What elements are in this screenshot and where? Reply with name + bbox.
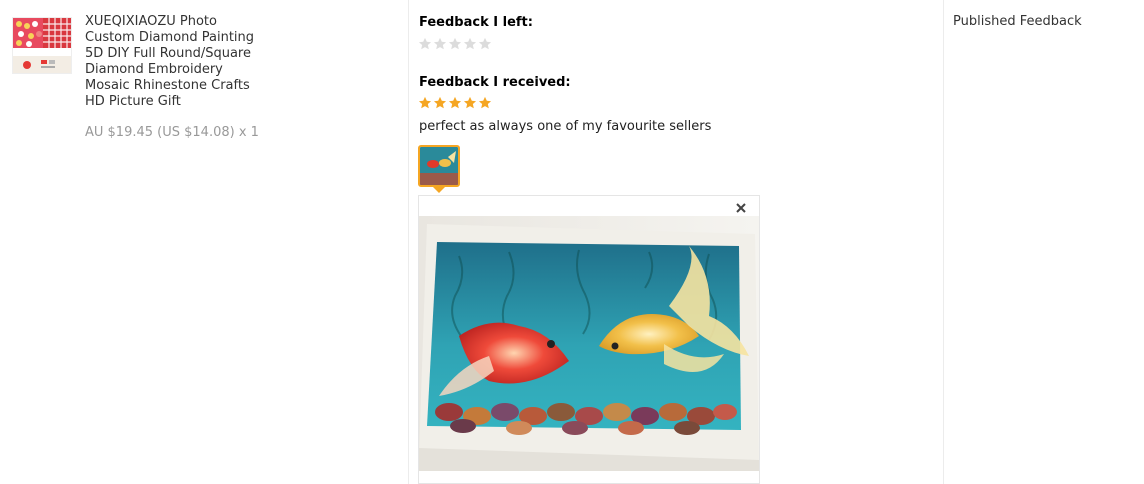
product-title[interactable]: XUEQIXIAOZU Photo Custom Diamond Paintin… xyxy=(85,14,265,110)
column-divider xyxy=(408,0,409,484)
product-title-line: Custom Diamond Painting xyxy=(85,30,255,45)
status-label: Published Feedback xyxy=(953,14,1082,29)
star-icon xyxy=(418,96,432,109)
feedback-photo-icon xyxy=(420,147,458,185)
feedback-received-label: Feedback I received: xyxy=(419,75,571,90)
star-icon xyxy=(433,37,447,50)
product-thumbnail[interactable] xyxy=(12,17,72,74)
product-title-line: HD Picture Gift xyxy=(85,94,181,109)
feedback-comment: perfect as always one of my favourite se… xyxy=(419,119,712,134)
product-title-line: Mosaic Rhinestone Crafts xyxy=(85,78,250,93)
product-thumbnail-icon xyxy=(13,18,71,73)
column-divider xyxy=(943,0,944,484)
product-title-line: 5D DIY Full Round/Square xyxy=(85,46,251,61)
star-icon xyxy=(463,37,477,50)
product-title-line: Diamond Embroidery xyxy=(85,62,223,77)
close-icon[interactable] xyxy=(733,200,749,216)
star-icon xyxy=(478,37,492,50)
star-icon xyxy=(463,96,477,109)
star-icon xyxy=(478,96,492,109)
thumbnail-caret xyxy=(433,187,445,193)
product-price: AU $19.45 (US $14.08) x 1 xyxy=(85,125,259,140)
feedback-left-label: Feedback I left: xyxy=(419,15,533,30)
photo-preview-panel xyxy=(418,195,760,484)
product-title-line: XUEQIXIAOZU Photo xyxy=(85,14,217,29)
star-icon xyxy=(448,37,462,50)
star-icon xyxy=(433,96,447,109)
feedback-photo-thumbnail[interactable] xyxy=(418,145,460,187)
diamond-painting-photo xyxy=(419,216,759,471)
feedback-photo-large xyxy=(419,216,759,471)
feedback-left-rating xyxy=(418,37,492,51)
star-icon xyxy=(418,37,432,50)
star-icon xyxy=(448,96,462,109)
feedback-received-rating xyxy=(418,96,492,110)
